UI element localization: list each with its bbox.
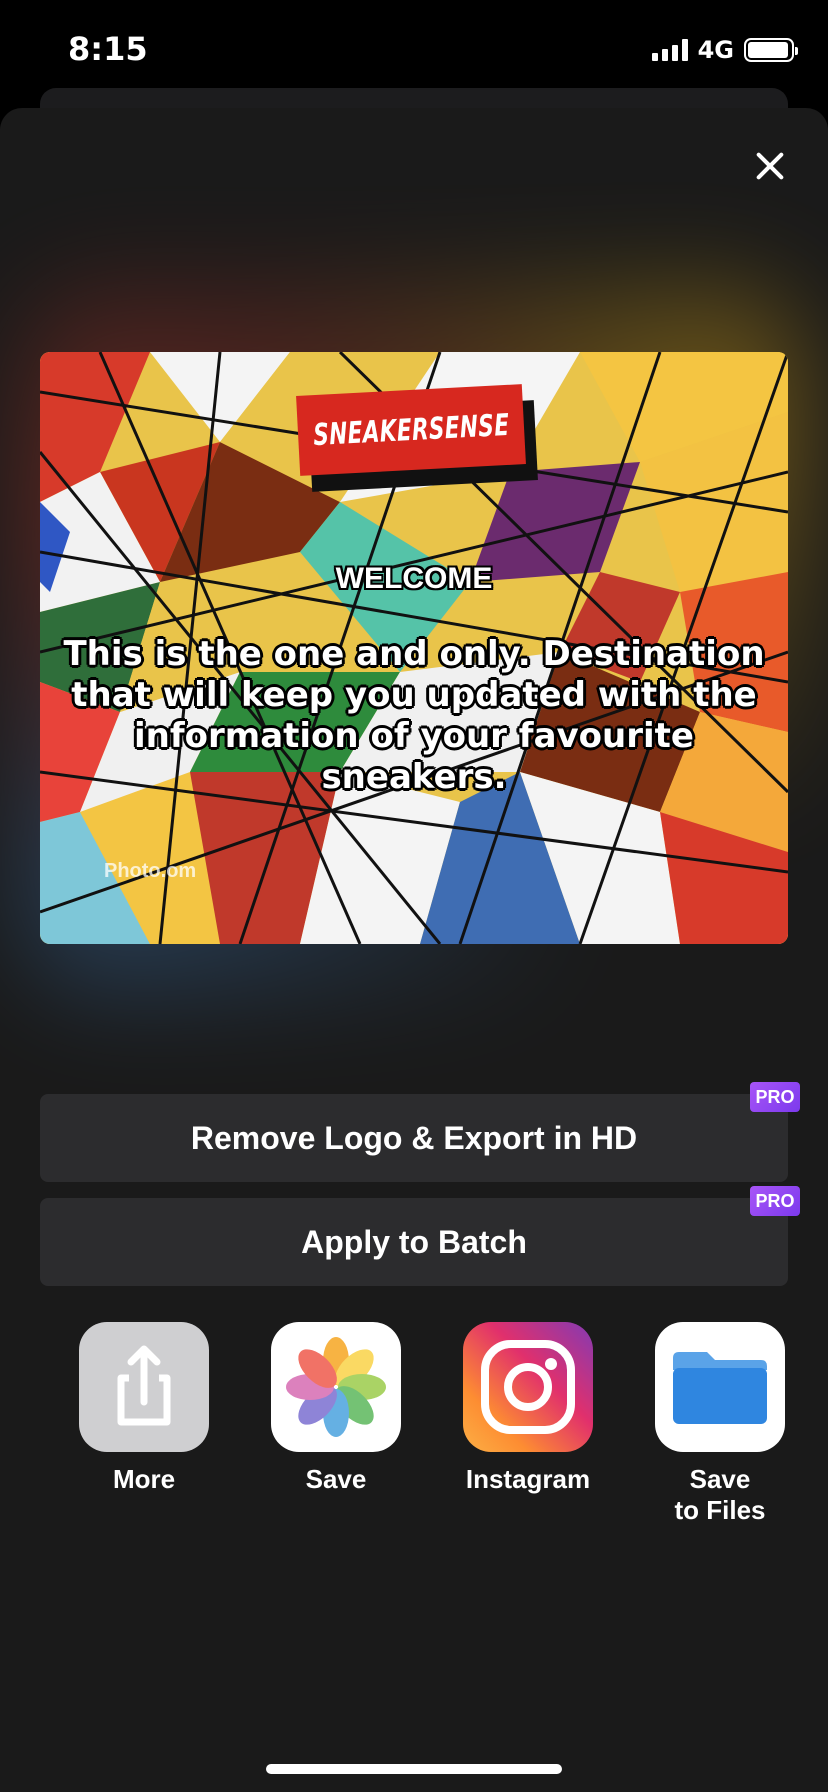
status-time: 8:15 bbox=[68, 30, 148, 68]
welcome-heading: WELCOME bbox=[335, 562, 493, 595]
share-save-photos-button[interactable]: Save bbox=[256, 1322, 416, 1495]
share-more-label: More bbox=[112, 1464, 176, 1494]
network-type: 4G bbox=[697, 36, 734, 64]
files-icon bbox=[655, 1322, 785, 1452]
share-more-button[interactable]: More bbox=[64, 1322, 224, 1495]
design-preview: SNEAKERSENSE WELCOME This is the one and… bbox=[40, 352, 788, 944]
battery-icon bbox=[744, 38, 798, 62]
logo-text: SNEAKERSENSE bbox=[312, 407, 510, 453]
share-instagram-label: Instagram bbox=[465, 1464, 591, 1494]
photos-icon bbox=[271, 1322, 401, 1452]
status-indicators: 4G bbox=[651, 36, 798, 64]
instagram-icon bbox=[463, 1322, 593, 1452]
battery-level bbox=[748, 42, 788, 58]
cellular-signal-icon bbox=[651, 39, 688, 61]
pro-badge: PRO bbox=[750, 1082, 800, 1112]
share-save-files-label: Save to Files bbox=[674, 1464, 766, 1525]
apply-to-batch-label: Apply to Batch bbox=[301, 1223, 527, 1260]
share-save-label: Save bbox=[305, 1464, 367, 1494]
home-indicator bbox=[266, 1764, 562, 1774]
brand-logo: SNEAKERSENSE bbox=[296, 384, 538, 492]
status-bar: 8:15 4G bbox=[0, 0, 828, 100]
share-instagram-button[interactable]: Instagram bbox=[448, 1322, 608, 1495]
watermark: Photo.om bbox=[104, 860, 197, 882]
share-icon bbox=[79, 1322, 209, 1452]
apply-to-batch-button[interactable]: Apply to Batch PRO bbox=[40, 1186, 800, 1286]
remove-logo-export-label: Remove Logo & Export in HD bbox=[190, 1119, 638, 1156]
share-targets: More Save Instagram Save to Files bbox=[40, 1322, 788, 1542]
remove-logo-export-button[interactable]: Remove Logo & Export in HD PRO bbox=[40, 1082, 800, 1182]
share-save-files-button[interactable]: Save to Files bbox=[640, 1322, 800, 1526]
close-button[interactable] bbox=[748, 144, 792, 188]
welcome-message: This is the one and only. Destination th… bbox=[63, 634, 765, 797]
pro-badge: PRO bbox=[750, 1186, 800, 1216]
